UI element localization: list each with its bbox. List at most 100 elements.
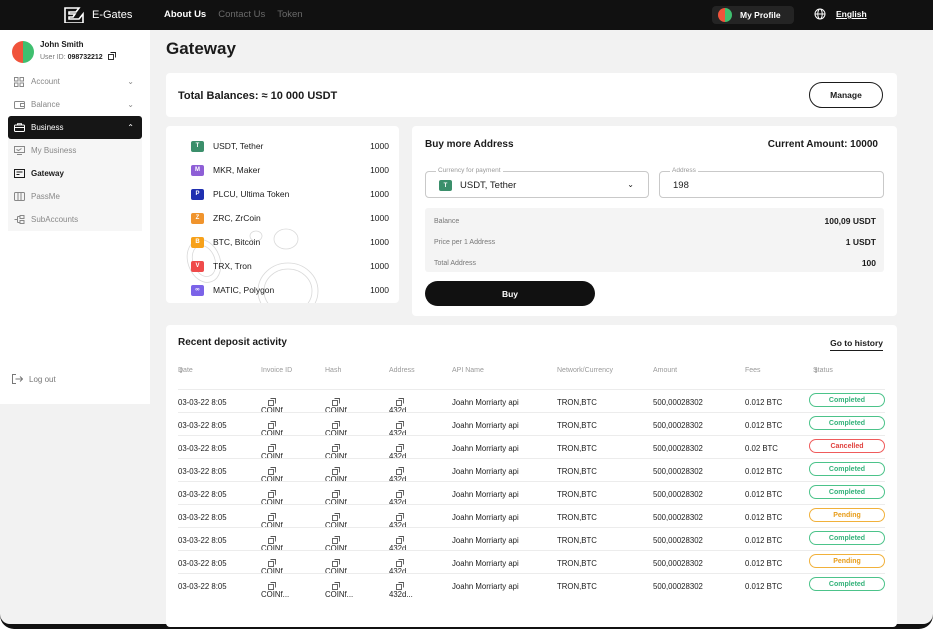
table-row: 03-03-22 8:05 COINf... COINf... 432d... Joah… <box>178 435 885 461</box>
subaccounts-icon <box>13 215 25 225</box>
cell-api-name: Joahn Morriarty api <box>452 582 519 591</box>
copy-icon[interactable] <box>268 444 276 452</box>
sidebar-item-gateway[interactable]: Gateway <box>8 162 142 185</box>
token-value: 1000 <box>370 141 389 151</box>
manage-button[interactable]: Manage <box>809 82 883 108</box>
copy-icon[interactable] <box>396 490 404 498</box>
copy-icon[interactable] <box>332 490 340 498</box>
copy-icon[interactable] <box>332 467 340 475</box>
copy-icon[interactable] <box>396 582 404 590</box>
token-value: 1000 <box>370 285 389 295</box>
copy-icon[interactable] <box>332 398 340 406</box>
address-input[interactable]: Address 198 <box>659 167 884 198</box>
summary-label: Balance <box>434 218 460 225</box>
sidebar-item-my-business[interactable]: My Business <box>8 139 142 162</box>
sidebar-item-subaccounts[interactable]: SubAccounts <box>8 208 142 231</box>
token-name: TRX, Tron <box>213 261 252 271</box>
cell-fees: 0.012 BTC <box>745 467 783 476</box>
mkr-icon: M <box>191 164 204 176</box>
table-row: 03-03-22 8:05 COINf... COINf... 432d... Joah… <box>178 458 885 484</box>
trx-icon: V <box>191 260 204 272</box>
copy-icon[interactable] <box>332 536 340 544</box>
brand-logo[interactable]: E-Gates <box>64 7 132 23</box>
currency-value-text: USDT, Tether <box>460 180 517 191</box>
top-nav: About Us Contact Us Token <box>164 9 303 20</box>
cell-amount: 500,00028302 <box>653 559 703 568</box>
deposit-activity-card: Recent deposit activity Go to history Da… <box>166 325 897 627</box>
cell-amount: 500,00028302 <box>653 421 703 430</box>
cell-invoice-id: COINf... <box>261 513 289 530</box>
copy-icon[interactable] <box>396 444 404 452</box>
cell-date: 03-03-22 8:05 <box>178 559 227 568</box>
buy-button[interactable]: Buy <box>425 281 595 306</box>
copy-icon[interactable] <box>332 421 340 429</box>
buy-address-card: Buy more Address Current Amount: 10000 C… <box>412 126 897 316</box>
cell-network: TRON,BTC <box>557 559 597 568</box>
go-to-history-link[interactable]: Go to history <box>830 338 883 351</box>
currency-select[interactable]: Currency for payment T USDT, Tether ⌄ <box>425 167 649 198</box>
copy-icon[interactable] <box>332 513 340 521</box>
cell-amount: 500,00028302 <box>653 490 703 499</box>
matic-icon: ∞ <box>191 284 204 296</box>
summary-value: 1 USDT <box>845 237 876 247</box>
column-api-name: API Name <box>452 367 484 374</box>
currency-value: T USDT, Tether <box>439 180 516 191</box>
copy-icon[interactable] <box>396 559 404 567</box>
copy-icon[interactable] <box>332 582 340 590</box>
copy-icon[interactable] <box>396 536 404 544</box>
cell-network: TRON,BTC <box>557 582 597 591</box>
token-name: ZRC, ZrCoin <box>213 213 261 223</box>
cell-date: 03-03-22 8:05 <box>178 421 227 430</box>
sort-icon: ⇕ <box>178 368 184 375</box>
sidebar-item-label: Balance <box>31 100 60 109</box>
copy-icon[interactable] <box>332 444 340 452</box>
total-balances-card: Total Balances: ≈ 10 000 USDT Manage <box>166 73 897 117</box>
cell-invoice-id: COINf... <box>261 536 289 553</box>
wallet-icon <box>13 100 25 110</box>
copy-icon[interactable] <box>396 398 404 406</box>
copy-icon[interactable] <box>268 467 276 475</box>
cell-text: 432d... <box>389 590 413 599</box>
sort-icon: ⇕ <box>813 368 819 375</box>
grid-icon <box>13 76 25 87</box>
sidebar-item-balance[interactable]: Balance ⌄ <box>8 93 142 116</box>
cell-amount: 500,00028302 <box>653 536 703 545</box>
nav-about-us[interactable]: About Us <box>164 9 206 20</box>
app-body: John Smith User ID: 098732212 Account ⌄ … <box>0 30 933 627</box>
nav-token[interactable]: Token <box>277 9 302 20</box>
sidebar-menu: Account ⌄ Balance ⌄ Business ⌃ My Busine… <box>8 70 142 231</box>
cell-api-name: Joahn Morriarty api <box>452 398 519 407</box>
my-profile-button[interactable]: My Profile <box>712 6 794 24</box>
cell-hash: COINf... <box>325 467 353 484</box>
user-card: John Smith User ID: 098732212 <box>12 40 116 63</box>
sidebar-item-label: Business <box>31 123 64 132</box>
sidebar-item-business[interactable]: Business ⌃ <box>8 116 142 139</box>
copy-icon[interactable] <box>107 52 116 60</box>
copy-icon[interactable] <box>268 398 276 406</box>
sidebar-item-account[interactable]: Account ⌄ <box>8 70 142 93</box>
copy-icon[interactable] <box>268 421 276 429</box>
cell-address: 432d... <box>389 444 413 461</box>
cell-invoice-id: COINf... <box>261 398 289 415</box>
nav-contact-us[interactable]: Contact Us <box>218 9 265 20</box>
sidebar-item-passme[interactable]: PassMe <box>8 185 142 208</box>
copy-icon[interactable] <box>268 513 276 521</box>
total-balances: Total Balances: ≈ 10 000 USDT <box>178 90 338 102</box>
cell-network: TRON,BTC <box>557 513 597 522</box>
cell-address: 432d... <box>389 513 413 530</box>
copy-icon[interactable] <box>396 513 404 521</box>
copy-icon[interactable] <box>396 421 404 429</box>
copy-icon[interactable] <box>268 582 276 590</box>
gateway-icon <box>13 169 25 179</box>
copy-icon[interactable] <box>268 490 276 498</box>
copy-icon[interactable] <box>268 536 276 544</box>
cell-invoice-id: COINf... <box>261 444 289 461</box>
copy-icon[interactable] <box>396 467 404 475</box>
copy-icon[interactable] <box>332 559 340 567</box>
briefcase-icon <box>13 123 25 133</box>
token-row-matic: ∞ MATIC, Polygon 1000 <box>191 283 389 297</box>
copy-icon[interactable] <box>268 559 276 567</box>
language-selector[interactable]: English <box>814 8 867 20</box>
cell-hash: COINf... <box>325 398 353 415</box>
logout-button[interactable]: Log out <box>12 374 56 384</box>
